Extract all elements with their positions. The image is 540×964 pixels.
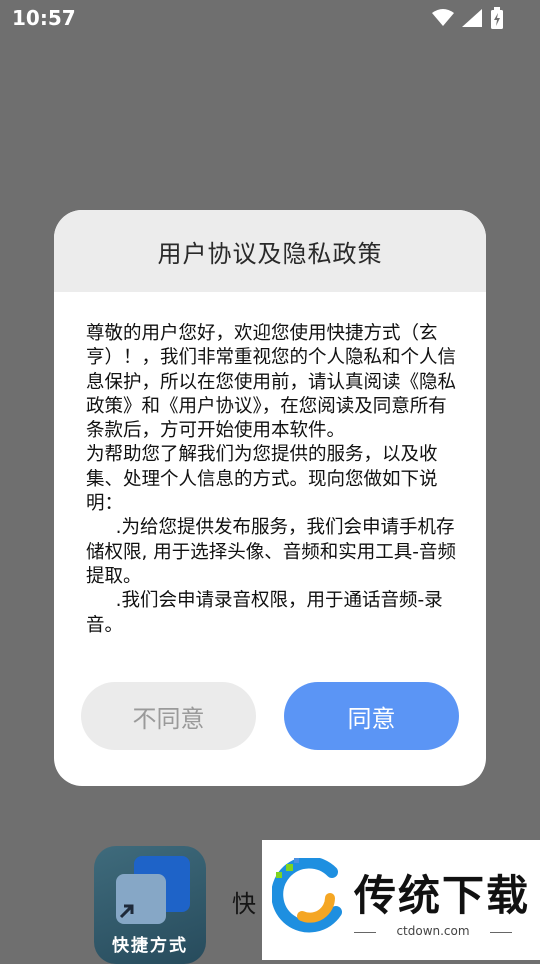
disagree-button[interactable]: 不同意 [81,682,256,750]
policy-paragraph: 尊敬的用户您好，欢迎您使用快捷方式（玄亨）！，我们非常重视您的个人隐私和个人信息… [86,323,456,442]
dialog-title: 用户协议及隐私政策 [157,239,383,268]
status-time: 10:57 [12,6,76,30]
agree-button[interactable]: 同意 [284,682,459,750]
privacy-dialog: 用户协议及隐私政策 尊敬的用户您好，欢迎您使用快捷方式（玄亨）！，我们非常重视您… [54,210,486,786]
app-icon-label: 快捷方式 [112,936,188,956]
app-name: 快 [232,890,256,918]
dialog-header: 用户协议及隐私政策 [54,210,486,292]
battery-charging-icon [490,7,504,29]
status-bar: 10:57 [0,0,540,36]
arrow-up-right-icon [118,902,136,924]
watermark-url: ctdown.com [354,924,512,938]
policy-paragraph: 为帮助您了解我们为您提供的服务，以及收集、处理个人信息的方式。现向您做如下说明： [86,444,438,515]
cell-signal-icon [462,9,482,27]
watermark-text: 传统下载 [354,871,531,920]
policy-paragraph: .为给您提供发布服务，我们会申请手机存储权限, 用于选择头像、音频和实用工具-音… [86,517,456,587]
policy-paragraph: .我们会申请录音权限，用于通话音频-录音。 [86,590,443,636]
dialog-body[interactable]: 尊敬的用户您好，欢迎您使用快捷方式（玄亨）！，我们非常重视您的个人隐私和个人信息… [86,322,456,654]
app-icon: 快捷方式 [94,846,206,964]
status-icons [432,7,504,29]
wifi-icon [432,9,454,27]
watermark: 传统下载 ctdown.com [262,840,540,960]
watermark-logo-icon [271,856,348,938]
